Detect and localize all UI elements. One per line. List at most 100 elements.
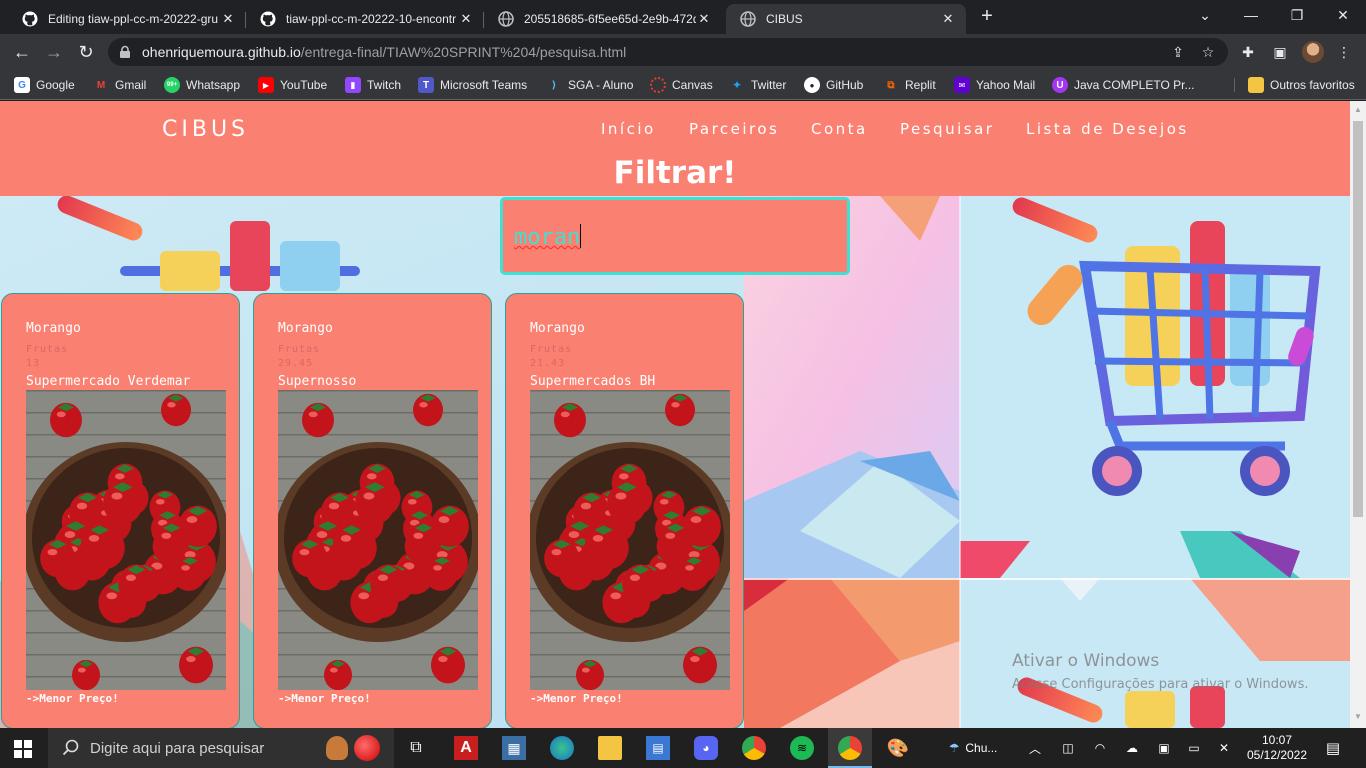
address-bar[interactable]: ohenriquemoura.github.io/entrega-final/T… [108,38,1228,66]
tray-chevron-icon[interactable]: ︿ [1026,728,1044,768]
scroll-thumb[interactable] [1353,121,1363,517]
product-price: 21.43 [530,358,566,369]
back-icon[interactable]: ← [10,40,34,64]
bookmark-gmail[interactable]: M Gmail [93,76,147,94]
spotify-icon[interactable]: ≋ [790,736,814,760]
file-explorer-icon[interactable] [598,736,622,760]
lowest-price-link[interactable]: ->Menor Preço! [278,692,371,705]
close-window-icon[interactable]: ✕ [1320,0,1366,30]
bookmark-sga[interactable]: ⟩ SGA - Aluno [546,76,634,94]
weather-widget[interactable]: ☂ Chu... [938,728,1008,768]
scroll-down-arrow-icon[interactable]: ▼ [1354,713,1362,721]
paint-icon[interactable]: 🎨 [886,736,910,760]
bookmark-star-icon[interactable]: ☆ [1198,42,1218,62]
taskbar-search[interactable]: Digite aqui para pesquisar [48,728,394,768]
chrome-icon[interactable] [838,736,862,760]
reload-icon[interactable]: ↻ [74,40,98,64]
browser-toolbar: ← → ↻ ohenriquemoura.github.io/entrega-f… [0,34,1366,70]
bookmark-twitch[interactable]: ▮ Twitch [345,76,401,94]
share-icon[interactable]: ⇪ [1168,42,1188,62]
product-category: Frutas [278,344,321,355]
folder-icon [1248,77,1264,93]
bookmark-label: YouTube [280,78,328,92]
bookmark-label: Whatsapp [186,78,241,92]
onedrive-icon[interactable]: ☁ [1122,728,1142,768]
clock[interactable]: 10:07 05/12/2022 [1238,728,1316,768]
github-icon: ● [804,77,820,93]
lowest-price-link[interactable]: ->Menor Preço! [26,692,119,705]
search-input-value: moran [514,225,581,250]
tab-cibus[interactable]: CIBUS ✕ [726,4,966,34]
search-input[interactable]: moran [500,197,850,275]
tab-strip: Editing tiaw-ppl-cc-m-20222-gru ✕ tiaw-p… [0,0,1366,34]
extensions-icon[interactable]: ✚ [1238,42,1258,62]
minimize-icon[interactable]: — [1228,0,1274,30]
restore-icon[interactable]: ❐ [1274,0,1320,30]
site-brand[interactable]: CIBUS [162,117,249,142]
menu-kebab-icon[interactable]: ⋮ [1334,42,1354,62]
bookmark-github[interactable]: ● GitHub [804,76,863,94]
side-panel-icon[interactable]: ▣ [1270,42,1290,62]
bookmark-label: Microsoft Teams [440,78,528,92]
lock-icon [120,45,130,58]
product-store: Supernosso [278,374,357,389]
new-tab-button[interactable]: + [976,6,998,28]
tab-editing[interactable]: Editing tiaw-ppl-cc-m-20222-gru ✕ [8,4,246,34]
calculator-icon[interactable]: ▦ [502,736,526,760]
control-panel-icon[interactable]: ▤ [646,736,670,760]
lowest-price-link[interactable]: ->Menor Preço! [530,692,623,705]
profile-avatar[interactable] [1302,41,1324,63]
tab-close-icon[interactable]: ✕ [458,11,474,27]
chrome-icon[interactable] [742,736,766,760]
bookmark-teams[interactable]: T Microsoft Teams [418,76,527,94]
camera-icon[interactable]: ◫ [1058,728,1078,768]
bookmark-youtube[interactable]: ▶ YouTube [258,76,327,94]
tab-search-chevron-icon[interactable]: ⌄ [1182,0,1228,30]
bookmark-google[interactable]: G Google [14,76,75,94]
tab-close-icon[interactable]: ✕ [940,11,956,27]
edge-icon[interactable] [550,736,574,760]
nav-conta[interactable]: Conta [811,120,868,138]
product-card[interactable]: Morango Frutas 21.43 Supermercados BH ->… [505,293,744,728]
bookmark-label: Java COMPLETO Pr... [1074,78,1195,92]
nav-pesquisar[interactable]: Pesquisar [900,120,994,138]
product-card[interactable]: Morango Frutas 13 Supermercado Verdemar … [1,293,240,728]
bookmark-whatsapp[interactable]: 99+ Whatsapp [164,76,240,94]
nav-parceiros[interactable]: Parceiros [689,120,779,138]
product-price: 29.45 [278,358,314,369]
battery-icon[interactable]: ▭ [1184,728,1204,768]
notification-icon[interactable]: ▤ [1322,728,1344,768]
tab-title: 205518685-6f5ee65d-2e9b-472d [524,12,696,26]
bookmark-label: Canvas [672,78,713,92]
discord-icon[interactable]: ◕ [694,736,718,760]
bookmark-java-course[interactable]: U Java COMPLETO Pr... [1052,76,1194,94]
tab-image[interactable]: 205518685-6f5ee65d-2e9b-472d ✕ [484,4,722,34]
product-category: Frutas [26,344,69,355]
network-icon[interactable]: ◠ [1090,728,1110,768]
forward-icon[interactable]: → [42,40,66,64]
tab-encontro[interactable]: tiaw-ppl-cc-m-20222-10-encontr ✕ [246,4,484,34]
twitch-icon: ▮ [345,77,361,93]
strawberry-illustration [530,390,730,690]
volume-muted-icon[interactable]: ✕ [1214,728,1234,768]
tab-close-icon[interactable]: ✕ [696,11,712,27]
autocad-icon[interactable]: A [454,736,478,760]
windows-activation-watermark: Ativar o Windows Acesse Configurações pa… [1012,651,1308,692]
scroll-up-arrow-icon[interactable]: ▲ [1354,106,1362,114]
strawberry-illustration [26,390,226,690]
bookmark-twitter[interactable]: ✦ Twitter [729,76,786,94]
page-scrollbar[interactable]: ▲ ▼ [1350,101,1366,728]
bookmark-canvas[interactable]: Canvas [650,76,713,94]
bookmark-yahoo[interactable]: ✉ Yahoo Mail [954,76,1035,94]
bookmark-label: Twitch [367,78,402,92]
bookmark-other[interactable]: Outros favoritos [1248,76,1355,94]
nav-lista-de-desejos[interactable]: Lista de Desejos [1026,120,1189,138]
nav-inicio[interactable]: Início [601,120,656,138]
bookmarks-bar: G Google M Gmail 99+ Whatsapp ▶ YouTube ▮ Twi… [0,70,1366,100]
product-card[interactable]: Morango Frutas 29.45 Supernosso ->Menor … [253,293,492,728]
tab-close-icon[interactable]: ✕ [220,11,236,27]
bookmark-replit[interactable]: ⧉ Replit [883,76,935,94]
security-icon[interactable]: ▣ [1154,728,1174,768]
windows-start-icon[interactable] [14,740,32,758]
task-view-icon[interactable]: ⧉ [404,736,428,760]
